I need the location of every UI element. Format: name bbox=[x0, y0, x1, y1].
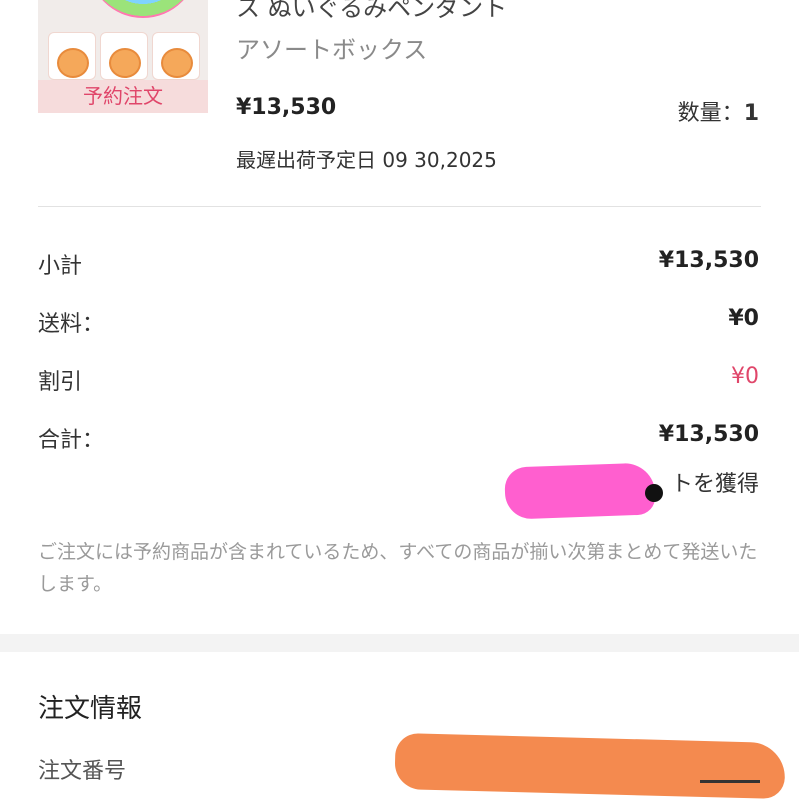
order-info-title: 注文情報 bbox=[38, 694, 143, 724]
divider bbox=[38, 206, 761, 207]
product-price: ¥13,530 bbox=[236, 95, 337, 120]
bear-icon bbox=[109, 48, 141, 78]
latest-ship-date: 最遅出荷予定日 09 30,2025 bbox=[236, 148, 497, 172]
quantity: 数量：1 bbox=[678, 95, 759, 127]
redaction-dot bbox=[645, 484, 663, 502]
quantity-label: 数量： bbox=[677, 101, 744, 126]
quantity-value: 1 bbox=[743, 101, 759, 126]
total-label: 合計： bbox=[38, 428, 105, 453]
preorder-badge: 予約注文 bbox=[38, 80, 208, 113]
redaction-scribble bbox=[394, 732, 786, 799]
total-value: ¥13,530 bbox=[658, 422, 759, 447]
rainbow-decoration bbox=[88, 0, 198, 18]
bear-icon bbox=[161, 48, 193, 78]
bear-icon bbox=[57, 48, 89, 78]
preorder-notice: ご注文には予約商品が含まれているため、すべての商品が揃い次第まとめて発送いたしま… bbox=[38, 541, 758, 595]
redaction-scribble bbox=[504, 462, 656, 520]
product-variant: アソートボックス bbox=[236, 36, 428, 64]
points-earned: トを獲得 bbox=[670, 472, 759, 497]
shipping-label: 送料： bbox=[38, 312, 105, 337]
subtotal-label: 小計 bbox=[38, 254, 83, 279]
shipping-value: ¥0 bbox=[728, 306, 759, 331]
product-title[interactable]: ス ぬいぐるみペンダント bbox=[236, 0, 507, 23]
discount-value: ¥0 bbox=[731, 364, 759, 389]
section-divider bbox=[0, 634, 799, 652]
subtotal-value: ¥13,530 bbox=[658, 248, 759, 273]
redaction-line bbox=[700, 780, 760, 783]
discount-label: 割引 bbox=[38, 370, 83, 395]
order-number-label: 注文番号 bbox=[38, 759, 127, 784]
